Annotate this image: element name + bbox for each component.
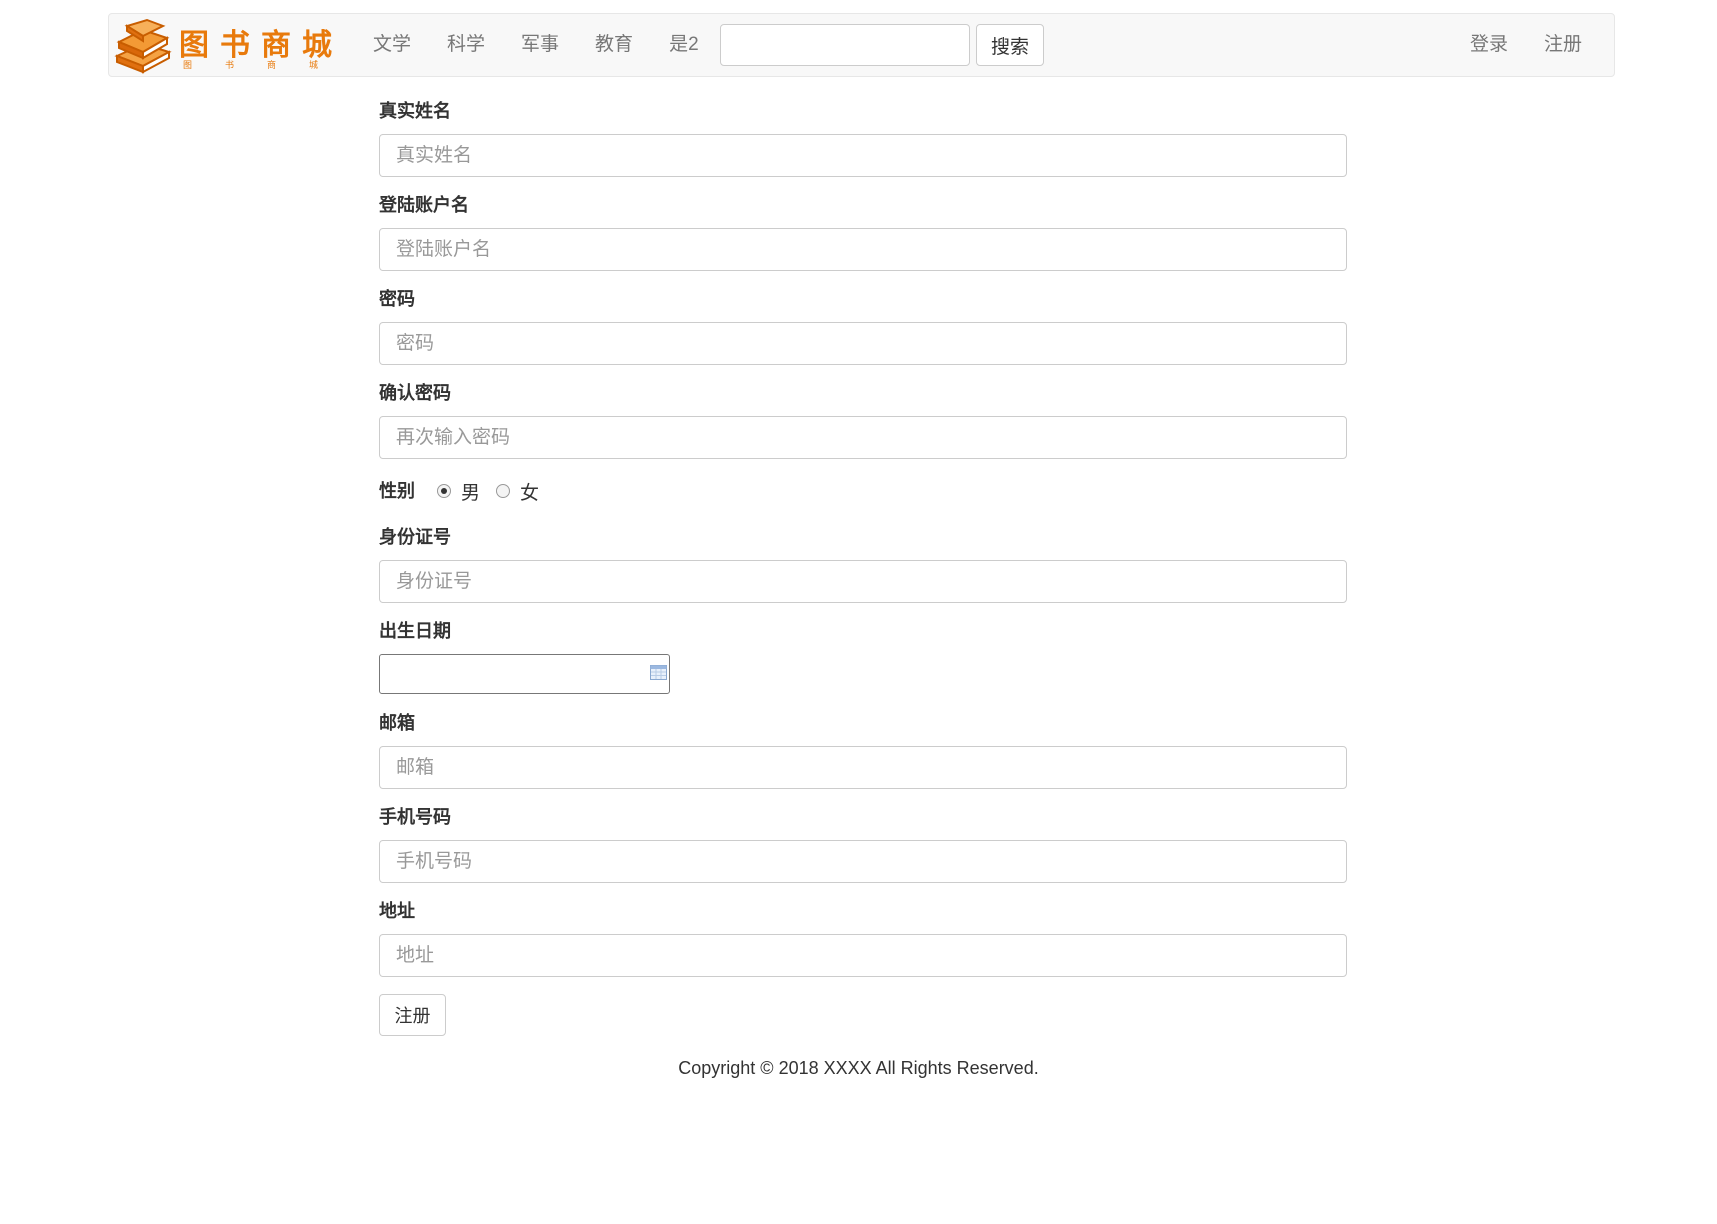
email-group: 邮箱 <box>379 712 1347 789</box>
birth-date-input[interactable] <box>379 654 670 694</box>
confirm-password-input[interactable] <box>379 416 1347 459</box>
category-nav: 文学 科学 军事 教育 是2 <box>355 14 717 76</box>
nav-link-other[interactable]: 是2 <box>651 14 717 76</box>
search-button[interactable]: 搜索 <box>976 24 1044 66</box>
register-link[interactable]: 注册 <box>1526 14 1600 76</box>
confirm-password-label: 确认密码 <box>379 383 451 403</box>
password-group: 密码 <box>379 288 1347 365</box>
username-group: 登陆账户名 <box>379 194 1347 271</box>
brand-subtitle: 图书商城 <box>183 60 352 70</box>
address-input[interactable] <box>379 934 1347 977</box>
phone-label: 手机号码 <box>379 807 451 827</box>
account-nav: 登录 注册 <box>1452 14 1600 76</box>
id-number-group: 身份证号 <box>379 526 1347 603</box>
confirm-password-group: 确认密码 <box>379 382 1347 459</box>
register-submit-button[interactable]: 注册 <box>379 994 446 1036</box>
login-link[interactable]: 登录 <box>1452 14 1526 76</box>
nav-link-literature[interactable]: 文学 <box>355 14 429 76</box>
radio-male[interactable] <box>437 484 451 498</box>
nav-link-education[interactable]: 教育 <box>577 14 651 76</box>
email-input[interactable] <box>379 746 1347 789</box>
username-input[interactable] <box>379 228 1347 271</box>
search-input[interactable] <box>720 24 970 66</box>
address-group: 地址 <box>379 900 1347 977</box>
nav-link-military[interactable]: 军事 <box>503 14 577 76</box>
real-name-group: 真实姓名 <box>379 100 1347 177</box>
email-label: 邮箱 <box>379 713 415 733</box>
gender-option-male[interactable]: 男 <box>437 478 480 505</box>
username-label: 登陆账户名 <box>379 195 469 215</box>
calendar-icon[interactable] <box>650 665 667 680</box>
phone-input[interactable] <box>379 840 1347 883</box>
real-name-label: 真实姓名 <box>379 101 451 121</box>
brand-logo[interactable]: 图书商城 图书商城 <box>113 16 345 74</box>
birth-date-group: 出生日期 <box>379 620 1347 694</box>
radio-female[interactable] <box>496 484 511 498</box>
id-number-input[interactable] <box>379 560 1347 603</box>
birth-date-picker[interactable] <box>379 654 670 694</box>
gender-male-label: 男 <box>461 482 481 504</box>
gender-option-female[interactable]: 女 <box>496 478 539 505</box>
nav-link-science[interactable]: 科学 <box>429 14 503 76</box>
gender-group: 性别 男 女 <box>379 476 1347 506</box>
birth-date-label: 出生日期 <box>379 621 451 641</box>
real-name-input[interactable] <box>379 134 1347 177</box>
password-label: 密码 <box>379 289 415 309</box>
gender-label: 性别 <box>379 481 415 501</box>
registration-form: 真实姓名 登陆账户名 密码 确认密码 性别 男 女 身份证号 出生日期 <box>379 100 1347 1036</box>
top-navbar: 图书商城 图书商城 文学 科学 军事 教育 是2 搜索 登录 注册 <box>108 13 1615 77</box>
address-label: 地址 <box>379 901 415 921</box>
id-number-label: 身份证号 <box>379 527 451 547</box>
footer-copyright: Copyright © 2018 XXXX All Rights Reserve… <box>678 1058 1039 1078</box>
book-stack-icon <box>114 18 172 74</box>
phone-group: 手机号码 <box>379 806 1347 883</box>
gender-female-label: 女 <box>520 482 540 504</box>
password-input[interactable] <box>379 322 1347 365</box>
